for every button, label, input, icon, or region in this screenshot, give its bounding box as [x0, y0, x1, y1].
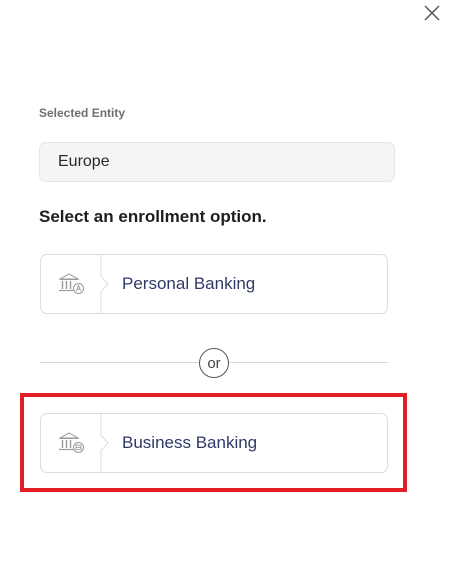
- close-icon: [424, 5, 440, 21]
- business-banking-option[interactable]: Business Banking: [40, 413, 388, 473]
- option-separator: [100, 255, 109, 313]
- divider-line-right: [229, 362, 388, 363]
- or-divider: or: [199, 348, 229, 378]
- personal-banking-option[interactable]: Personal Banking: [40, 254, 388, 314]
- divider-line-left: [40, 362, 199, 363]
- selected-entity-field: Europe: [39, 142, 395, 182]
- option-separator: [100, 414, 109, 472]
- selected-entity-label: Selected Entity: [39, 106, 126, 120]
- enrollment-prompt: Select an enrollment option.: [39, 207, 267, 226]
- selected-entity-value: Europe: [58, 153, 110, 170]
- bank-personal-icon: [58, 273, 84, 294]
- bank-business-icon: [58, 432, 84, 453]
- business-banking-label: Business Banking: [122, 433, 258, 452]
- personal-banking-label: Personal Banking: [122, 274, 256, 293]
- close-button[interactable]: [419, 0, 445, 26]
